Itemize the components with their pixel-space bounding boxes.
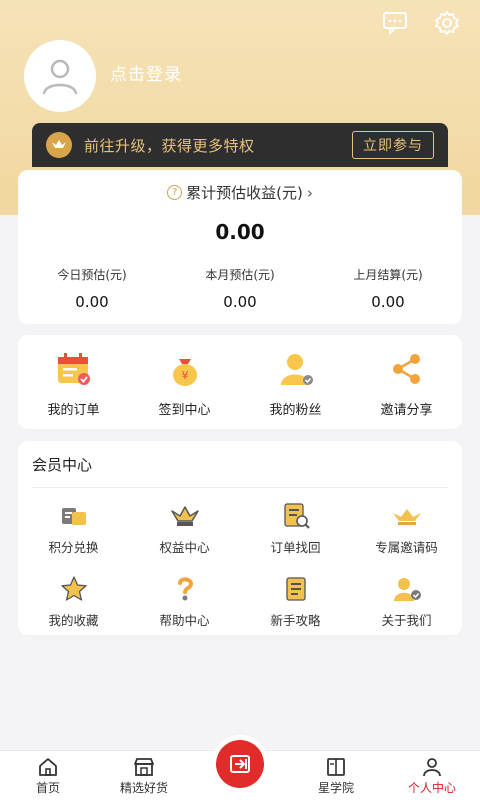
quick-action-label: 签到中心 bbox=[158, 402, 211, 418]
share-icon bbox=[385, 347, 429, 391]
member-grid-row: 我的收藏 帮助中心 新手攻略 关于我们 bbox=[18, 574, 462, 629]
tab-label: 精选好货 bbox=[119, 781, 168, 795]
member-item-favorites[interactable]: 我的收藏 bbox=[18, 574, 129, 629]
store-icon bbox=[134, 758, 154, 776]
member-item-help[interactable]: 帮助中心 bbox=[129, 574, 240, 629]
earnings-label: 上月结算(元) bbox=[353, 268, 423, 282]
vip-banner-text: 前往升级，获得更多特权 bbox=[84, 136, 255, 155]
crown-small-icon bbox=[390, 501, 424, 531]
tab-featured[interactable]: 精选好货 bbox=[96, 751, 192, 800]
member-center-title: 会员中心 bbox=[32, 456, 93, 474]
money-bag-icon: ¥ bbox=[163, 347, 207, 391]
member-item-label: 权益中心 bbox=[159, 540, 210, 555]
center-action-inner bbox=[216, 740, 264, 788]
help-icon bbox=[168, 574, 202, 604]
chevron-right-icon: › bbox=[306, 183, 313, 202]
vip-crown-icon bbox=[46, 132, 72, 158]
earnings-total: 0.00 bbox=[215, 220, 265, 244]
settings-icon[interactable] bbox=[432, 8, 462, 38]
member-item-about[interactable]: 关于我们 bbox=[351, 574, 462, 629]
top-icons bbox=[380, 8, 462, 38]
tab-label: 个人中心 bbox=[407, 781, 456, 795]
earnings-label: 今日预估(元) bbox=[57, 268, 127, 282]
quick-action-checkin[interactable]: ¥ 签到中心 bbox=[129, 347, 240, 418]
person-icon bbox=[423, 758, 441, 777]
member-item-label: 帮助中心 bbox=[159, 613, 210, 628]
quick-actions-card: 我的订单 ¥ 签到中心 我的粉丝 邀请分享 bbox=[18, 335, 462, 429]
book-icon bbox=[327, 758, 345, 776]
document-search-icon bbox=[279, 501, 313, 531]
earnings-value: 0.00 bbox=[371, 293, 405, 311]
enter-icon bbox=[230, 755, 250, 773]
quick-action-label: 我的粉丝 bbox=[269, 402, 322, 418]
quick-action-orders[interactable]: 我的订单 bbox=[18, 347, 129, 418]
tab-label: 首页 bbox=[35, 781, 60, 795]
question-icon: ? bbox=[167, 185, 183, 200]
earnings-month: 本月预估(元) 0.00 bbox=[166, 266, 314, 311]
avatar[interactable] bbox=[24, 40, 96, 112]
star-icon bbox=[57, 574, 91, 604]
member-item-label: 订单找回 bbox=[270, 540, 321, 555]
divider bbox=[32, 487, 448, 488]
member-item-label: 专属邀请码 bbox=[375, 540, 438, 555]
member-item-label: 我的收藏 bbox=[48, 613, 99, 628]
quick-action-fans[interactable]: 我的粉丝 bbox=[240, 347, 351, 418]
message-icon[interactable] bbox=[380, 8, 410, 38]
member-item-label: 积分兑换 bbox=[48, 540, 99, 555]
earnings-value: 0.00 bbox=[223, 293, 257, 311]
earnings-breakdown: 今日预估(元) 0.00 本月预估(元) 0.00 上月结算(元) 0.00 bbox=[18, 266, 462, 311]
points-icon bbox=[57, 501, 91, 531]
member-item-points[interactable]: 积分兑换 bbox=[18, 501, 129, 556]
login-link[interactable]: 点击登录 bbox=[110, 60, 182, 85]
member-grid-row: 积分兑换 权益中心 订单找回 专属邀请码 bbox=[18, 501, 462, 556]
earnings-card: ? 累计预估收益(元) › 0.00 今日预估(元) 0.00 本月预估(元) … bbox=[18, 170, 462, 324]
calendar-icon bbox=[52, 347, 96, 391]
member-item-label: 新手攻略 bbox=[270, 613, 321, 628]
member-center-card: 会员中心 积分兑换 权益中心 订单找回 专属邀请码 我的收藏 帮助中心 新手攻略… bbox=[18, 441, 462, 635]
earnings-value: 0.00 bbox=[75, 293, 109, 311]
crown-icon bbox=[168, 501, 202, 531]
member-item-benefits[interactable]: 权益中心 bbox=[129, 501, 240, 556]
quick-action-label: 邀请分享 bbox=[380, 402, 433, 418]
guide-icon bbox=[279, 574, 313, 604]
svg-text:¥: ¥ bbox=[181, 369, 188, 382]
quick-action-share[interactable]: 邀请分享 bbox=[351, 347, 462, 418]
earnings-today: 今日预估(元) 0.00 bbox=[18, 266, 166, 311]
earnings-label: 本月预估(元) bbox=[205, 268, 275, 282]
tab-label: 星学院 bbox=[317, 781, 354, 795]
join-now-button[interactable]: 立即参与 bbox=[352, 131, 434, 159]
quick-action-label: 我的订单 bbox=[47, 402, 100, 418]
tab-academy[interactable]: 星学院 bbox=[288, 751, 384, 800]
user-icon bbox=[274, 347, 318, 391]
member-item-order-recover[interactable]: 订单找回 bbox=[240, 501, 351, 556]
tab-home[interactable]: 首页 bbox=[0, 751, 96, 800]
home-icon bbox=[39, 758, 57, 776]
center-action-button[interactable] bbox=[211, 735, 269, 793]
vip-banner[interactable]: 前往升级，获得更多特权 立即参与 bbox=[32, 123, 448, 167]
earnings-title: 累计预估收益(元) bbox=[186, 184, 303, 202]
earnings-last-month: 上月结算(元) 0.00 bbox=[314, 266, 462, 311]
tab-profile[interactable]: 个人中心 bbox=[384, 751, 480, 800]
member-item-guide[interactable]: 新手攻略 bbox=[240, 574, 351, 629]
member-item-invite-code[interactable]: 专属邀请码 bbox=[351, 501, 462, 556]
member-item-label: 关于我们 bbox=[381, 613, 432, 628]
about-user-icon bbox=[390, 574, 424, 604]
earnings-title-link[interactable]: ? 累计预估收益(元) › bbox=[18, 182, 462, 203]
